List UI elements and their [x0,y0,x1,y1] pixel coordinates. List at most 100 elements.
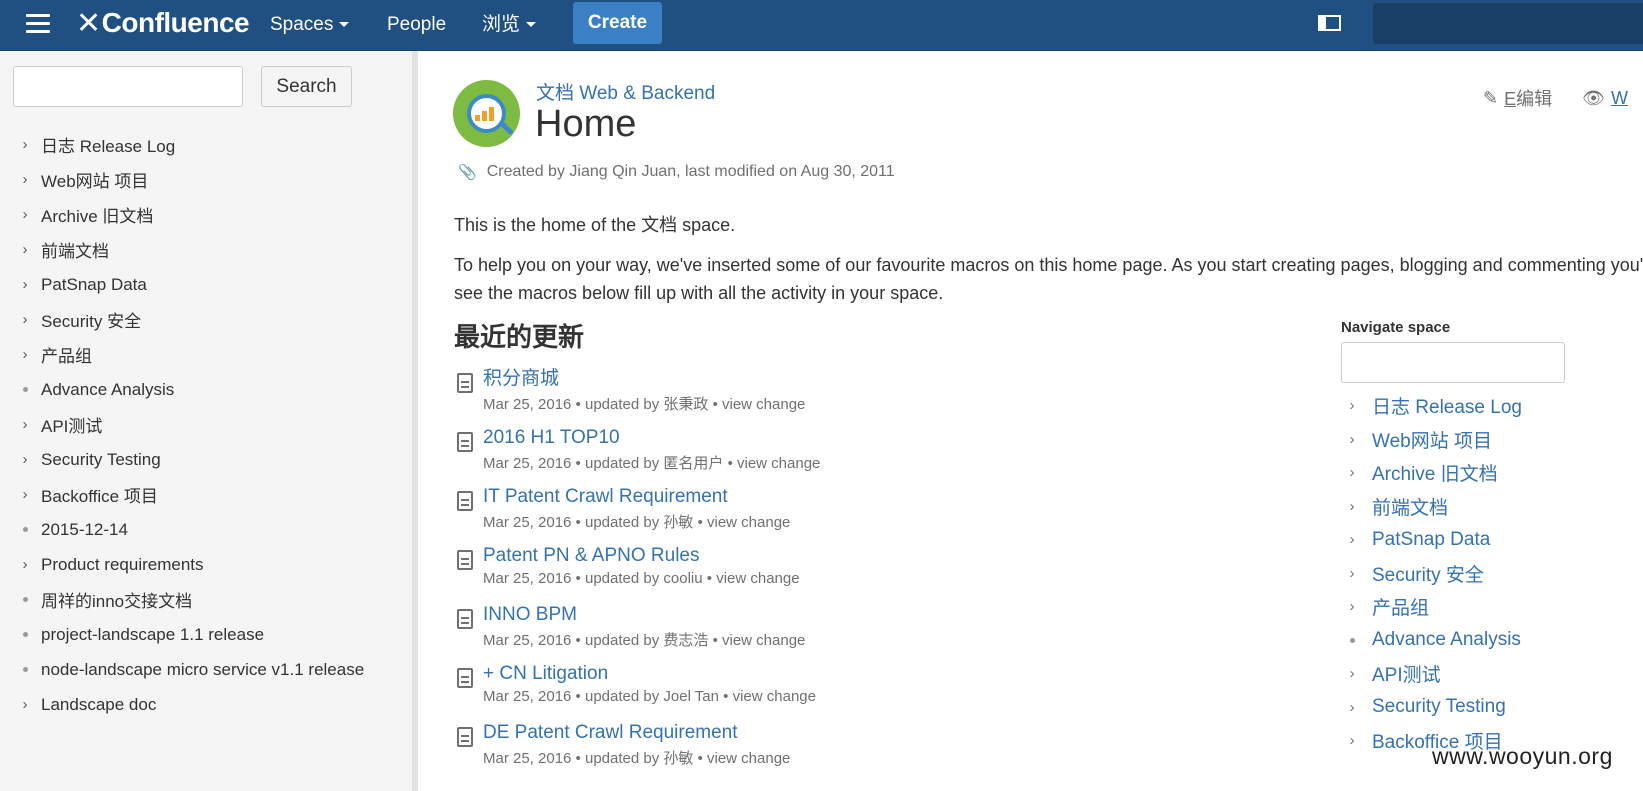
update-author[interactable]: 费志浩 [663,632,708,649]
nav-spaces[interactable]: Spaces [270,12,350,38]
sidebar-tree-item[interactable]: Advance Analysis [0,372,410,407]
sidebar-tree-label: Backoffice 项目 [41,487,158,506]
chevron-right-icon[interactable]: › [18,276,32,293]
chevron-right-icon[interactable]: › [18,416,32,433]
sidebar-tree-item[interactable]: project-landscape 1.1 release [0,617,410,652]
recent-update-title[interactable]: + CN Litigation [483,662,1154,686]
recent-update-title[interactable]: 2016 H1 TOP10 [483,426,1154,450]
sidebar-tree-item[interactable]: › Landscape doc [0,687,410,722]
sidebar-tree-item[interactable]: › API测试 [0,407,410,442]
navigate-tree-item[interactable]: › 产品组 [1341,590,1641,624]
chevron-right-icon[interactable]: › [18,696,32,713]
chevron-right-icon[interactable]: › [18,556,32,573]
chevron-right-icon[interactable]: › [1345,464,1359,481]
chevron-right-icon[interactable]: › [18,486,32,503]
bullet-icon[interactable] [18,523,32,537]
confluence-logo[interactable]: ✕ Confluence [76,6,250,40]
view-change-link[interactable]: view change [722,396,805,413]
update-author[interactable]: Joel Tan [663,688,719,705]
chevron-right-icon[interactable]: › [1345,397,1359,414]
update-author[interactable]: 孙敏 [663,750,693,767]
menu-icon[interactable] [26,14,50,34]
chevron-right-icon[interactable]: › [1345,565,1359,582]
recent-update-title[interactable]: 积分商城 [483,367,1154,391]
chevron-right-icon[interactable]: › [1345,732,1359,749]
chevron-right-icon[interactable]: › [18,171,32,188]
navigate-tree-label: 日志 Release Log [1372,397,1522,419]
sidebar-tree-item[interactable]: › PatSnap Data [0,267,410,302]
navigate-tree-item[interactable]: › Archive 旧文档 [1341,456,1641,490]
sidebar-tree-item[interactable]: 2015-12-14 [0,512,410,547]
view-change-link[interactable]: view change [707,750,790,767]
chevron-right-icon[interactable]: › [18,136,32,153]
view-change-link[interactable]: view change [707,514,790,531]
bullet-icon[interactable] [18,663,32,677]
view-change-link[interactable]: view change [722,632,805,649]
updated-by-text: updated by [584,396,660,413]
nav-browse[interactable]: 浏览 [482,12,537,38]
sidebar-tree-item[interactable]: › 产品组 [0,337,410,372]
edit-button[interactable]: ✎ E编辑 [1483,85,1552,111]
sidebar-tree-item[interactable]: › Web网站 项目 [0,162,410,197]
view-change-link[interactable]: view change [733,688,816,705]
recent-update-meta: Mar 25, 2016 • updated by cooliu • view … [483,570,800,587]
navigate-tree-item[interactable]: › 前端文档 [1341,490,1641,524]
document-icon [457,432,473,452]
paperclip-icon[interactable]: 📎 [458,163,477,181]
chevron-right-icon[interactable]: › [18,241,32,258]
sidebar-tree-item[interactable]: › Product requirements [0,547,410,582]
chevron-right-icon[interactable]: › [18,451,32,468]
navigate-tree-item[interactable]: › Web网站 项目 [1341,423,1641,457]
recent-update-title[interactable]: INNO BPM [483,603,1154,627]
watch-button[interactable]: 👁 W [1582,85,1628,111]
navigate-tree-item[interactable]: › API测试 [1341,657,1641,691]
navigate-tree-item[interactable]: › Security 安全 [1341,557,1641,591]
update-author[interactable]: 孙敏 [663,514,693,531]
chevron-right-icon[interactable]: › [1345,699,1359,716]
sidebar-search-button[interactable]: Search [261,66,352,107]
update-author[interactable]: 张秉政 [663,396,708,413]
sidebar-tree-item[interactable]: node-landscape micro service v1.1 releas… [0,652,410,687]
sidebar-tree-item[interactable]: › Security 安全 [0,302,410,337]
navigate-space-input[interactable] [1341,342,1565,383]
sidebar-tree-item[interactable]: › Security Testing [0,442,410,477]
create-button[interactable]: Create [573,2,662,44]
update-author[interactable]: cooliu [663,570,702,587]
navigate-tree-item[interactable]: Advance Analysis [1341,624,1641,658]
sidebar-tree-item[interactable]: › 日志 Release Log [0,127,410,162]
chevron-right-icon[interactable]: › [18,346,32,363]
sidebar-tree-item[interactable]: 周祥的inno交接文档 [0,582,410,617]
chevron-right-icon[interactable]: › [1345,598,1359,615]
recent-update-title[interactable]: IT Patent Crawl Requirement [483,485,1154,509]
sidebar-tree-item[interactable]: › Archive 旧文档 [0,197,410,232]
navigate-tree-item[interactable]: › PatSnap Data [1341,523,1641,557]
view-change-link[interactable]: view change [716,570,799,587]
nav-spaces-label: Spaces [270,14,334,35]
chevron-right-icon[interactable]: › [1345,531,1359,548]
chevron-right-icon[interactable]: › [18,206,32,223]
bullet-icon[interactable] [1345,637,1359,643]
bullet-icon[interactable] [18,383,32,397]
chevron-right-icon[interactable]: › [1345,665,1359,682]
chevron-right-icon[interactable]: › [1345,431,1359,448]
navigate-tree-item[interactable]: › 日志 Release Log [1341,389,1641,423]
nav-people[interactable]: People [387,12,446,38]
breadcrumb[interactable]: 文档 Web & Backend [536,78,715,105]
chevron-right-icon[interactable]: › [1345,498,1359,515]
space-avatar[interactable] [453,80,520,147]
update-author[interactable]: 匿名用户 [663,455,723,472]
recent-update-title[interactable]: DE Patent Crawl Requirement [483,721,1154,745]
sidebar-search-input[interactable] [13,66,243,107]
sidebar-tree-label: 周祥的inno交接文档 [41,592,193,611]
header-search-input[interactable] [1373,3,1643,44]
recent-update-item: IT Patent Crawl Requirement Mar 25, 2016 … [454,485,1154,544]
sidebar-toggle-icon[interactable] [1318,15,1341,31]
bullet-icon[interactable] [18,593,32,607]
sidebar-tree-item[interactable]: › Backoffice 项目 [0,477,410,512]
sidebar-tree-item[interactable]: › 前端文档 [0,232,410,267]
chevron-right-icon[interactable]: › [18,311,32,328]
recent-update-title[interactable]: Patent PN & APNO Rules [483,544,1154,568]
view-change-link[interactable]: view change [737,455,820,472]
navigate-tree-item[interactable]: › Security Testing [1341,691,1641,725]
bullet-icon[interactable] [18,628,32,642]
